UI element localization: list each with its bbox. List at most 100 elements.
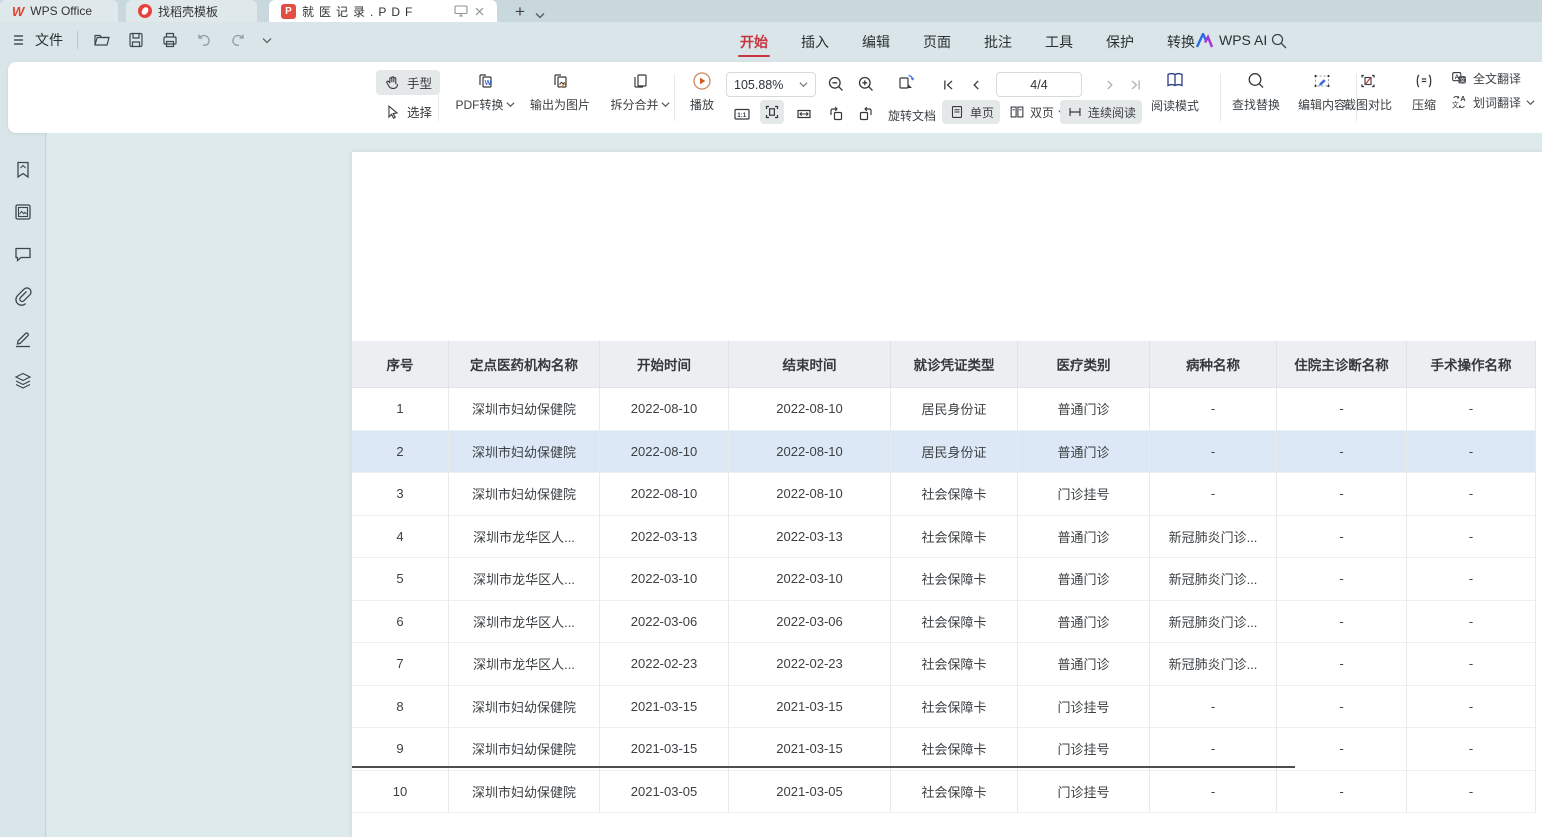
signature-icon[interactable] [12, 327, 34, 349]
tab-list-chevron-icon[interactable] [535, 12, 545, 19]
table-header-cell: 开始时间 [600, 341, 729, 388]
table-cell: - [1277, 473, 1407, 516]
monitor-icon[interactable] [454, 5, 468, 17]
pdf-convert-button[interactable]: W PDF转换 [446, 70, 524, 113]
menu-item[interactable]: 转换 [1165, 23, 1197, 61]
prev-page-button[interactable] [964, 73, 988, 97]
wps-ai-menu[interactable]: WPS AI [1196, 32, 1267, 48]
first-page-button[interactable] [936, 73, 960, 97]
table-cell: - [1407, 686, 1536, 729]
menu-bar: 文件 开始插入编辑页面批注工具保护转换 WPS AI [0, 22, 1542, 62]
zoom-level-select[interactable]: 105.88% [726, 72, 816, 97]
new-tab-button[interactable]: + [515, 3, 525, 20]
menu-item[interactable]: 插入 [799, 23, 831, 61]
tab-wps-office[interactable]: W WPS Office [0, 0, 118, 22]
save-icon[interactable] [126, 30, 146, 50]
rotate-document-button[interactable]: 旋转文档 [888, 107, 936, 124]
table-cell: 2022-02-23 [729, 643, 891, 686]
next-page-button[interactable] [1098, 73, 1122, 97]
table-cell: - [1277, 516, 1407, 559]
wps-ai-logo-icon [1196, 33, 1213, 48]
file-menu-button[interactable]: 文件 [10, 30, 63, 50]
attachment-icon[interactable] [12, 285, 34, 307]
table-cell: 2022-02-23 [600, 643, 729, 686]
hand-tool-label: 手型 [407, 73, 432, 92]
split-merge-button[interactable]: 拆分合并 [600, 70, 680, 113]
table-body: 1 深圳市妇幼保健院 2022-08-10 2022-08-10 居民身份证 普… [352, 388, 1536, 813]
open-folder-icon[interactable] [92, 30, 112, 50]
table-cell: - [1407, 558, 1536, 601]
compress-button[interactable]: 压缩 [1404, 70, 1444, 113]
table-cell: 门诊挂号 [1018, 686, 1150, 729]
menu-item[interactable]: 编辑 [860, 23, 892, 61]
read-mode-button[interactable]: 阅读模式 [1146, 69, 1204, 114]
document-viewport[interactable]: 序号定点医药机构名称开始时间结束时间就诊凭证类型医疗类别病种名称住院主诊断名称手… [47, 133, 1542, 837]
tab-document-pdf[interactable]: P 就医记录.PDF [269, 0, 497, 22]
close-icon[interactable] [474, 6, 485, 17]
single-page-button[interactable]: 单页 [942, 100, 1000, 124]
export-image-button[interactable]: 输出为图片 [522, 70, 598, 113]
full-translate-label: 全文翻译 [1473, 70, 1521, 87]
full-translate-button[interactable]: A文 全文翻译 [1450, 69, 1535, 87]
bookmark-icon[interactable] [12, 159, 34, 181]
menu-item[interactable]: 工具 [1043, 23, 1075, 61]
pdf-page: 序号定点医药机构名称开始时间结束时间就诊凭证类型医疗类别病种名称住院主诊断名称手… [352, 152, 1542, 837]
menu-item[interactable]: 批注 [982, 23, 1014, 61]
table-cell: 深圳市妇幼保健院 [449, 728, 600, 771]
menu-item[interactable]: 开始 [738, 23, 770, 61]
screenshot-compare-button[interactable]: 截图对比 [1336, 70, 1400, 113]
zoom-out-button[interactable] [824, 72, 848, 96]
split-merge-label: 拆分合并 [610, 96, 658, 113]
select-tool-button[interactable]: 选择 [376, 99, 440, 124]
actual-size-button[interactable]: 1:1 [730, 102, 754, 126]
rotate-right-button[interactable] [854, 102, 878, 126]
layers-icon[interactable] [12, 369, 34, 391]
table-cell: 新冠肺炎门诊... [1150, 643, 1277, 686]
zoom-in-button[interactable] [854, 72, 878, 96]
find-replace-button[interactable]: 查找替换 [1226, 70, 1286, 113]
menu-item[interactable]: 页面 [921, 23, 953, 61]
table-cell: 2022-08-10 [600, 473, 729, 516]
thumbnail-icon[interactable] [12, 201, 34, 223]
table-cell: - [1150, 431, 1277, 474]
word-translate-button[interactable]: 文A 划词翻译 [1450, 93, 1535, 111]
table-cell: 深圳市龙华区人... [449, 516, 600, 559]
search-icon[interactable] [1270, 32, 1288, 50]
last-page-button[interactable] [1124, 73, 1148, 97]
word-translate-label: 划词翻译 [1473, 94, 1521, 111]
table-cell: 普通门诊 [1018, 643, 1150, 686]
full-translate-icon: A文 [1450, 69, 1468, 87]
continuous-reading-button[interactable]: 连续阅读 [1060, 100, 1142, 124]
chevron-down-icon [1526, 98, 1535, 107]
table-cell: 2022-03-13 [600, 516, 729, 559]
play-button[interactable]: 播放 [680, 70, 724, 113]
table-cell: 2022-08-10 [600, 388, 729, 431]
rotate-left-button[interactable] [824, 102, 848, 126]
table-cell: - [1277, 728, 1407, 771]
rotate-left-icon [826, 104, 846, 124]
page-number-input[interactable] [996, 72, 1082, 97]
replace-page-button[interactable] [894, 70, 918, 94]
comment-icon[interactable] [12, 243, 34, 265]
svg-text:A: A [1460, 94, 1465, 103]
table-cell: 新冠肺炎门诊... [1150, 558, 1277, 601]
table-cell: 2 [352, 431, 449, 474]
table-cell: 2022-08-10 [729, 431, 891, 474]
fit-page-button[interactable] [760, 100, 784, 124]
redo-icon[interactable] [228, 30, 248, 50]
pdf-convert-label: PDF转换 [455, 96, 503, 113]
hand-tool-button[interactable]: 手型 [376, 70, 440, 95]
table-cell: 深圳市妇幼保健院 [449, 771, 600, 814]
table-cell: 社会保障卡 [891, 643, 1018, 686]
tab-docer-templates[interactable]: 找稻壳模板 [126, 0, 257, 22]
chevron-down-icon [661, 100, 670, 109]
fit-width-button[interactable] [792, 102, 816, 126]
menu-item[interactable]: 保护 [1104, 23, 1136, 61]
print-icon[interactable] [160, 30, 180, 50]
table-cell: 深圳市妇幼保健院 [449, 388, 600, 431]
undo-icon[interactable] [194, 30, 214, 50]
table-header-row: 序号定点医药机构名称开始时间结束时间就诊凭证类型医疗类别病种名称住院主诊断名称手… [352, 341, 1536, 388]
fit-width-icon [794, 104, 814, 124]
chevron-down-icon[interactable] [262, 37, 272, 44]
word-translate-icon: 文A [1450, 93, 1468, 111]
